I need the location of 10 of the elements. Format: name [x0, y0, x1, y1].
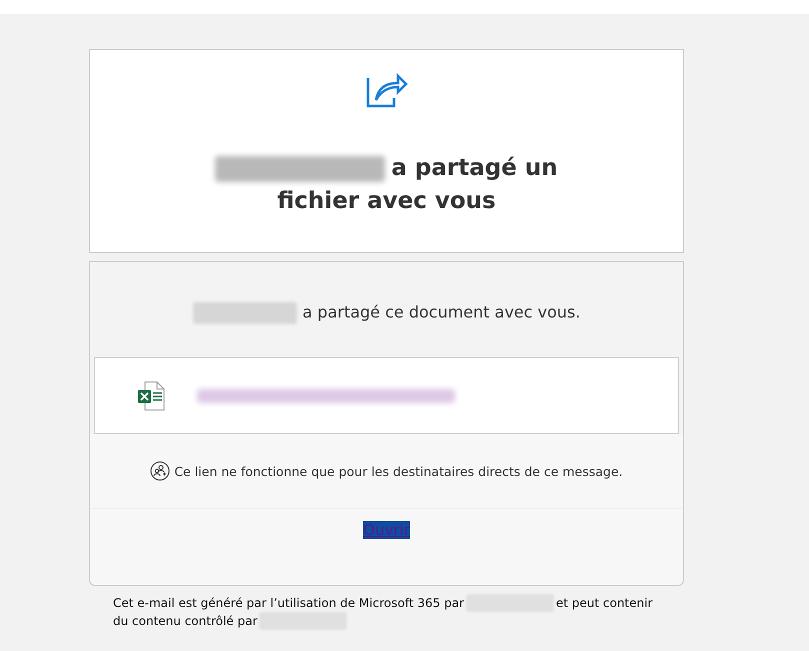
open-link[interactable]: Ouvrir	[363, 521, 410, 539]
footer-text: du contenu contrôlé par	[113, 613, 258, 630]
share-title: a partagé un	[391, 154, 558, 183]
text: a partagé ce document avec vous.	[302, 302, 580, 322]
share-title: fichier avec vous	[277, 187, 496, 216]
people-icon	[150, 461, 170, 481]
notice-text: Ce lien ne fonctionne que pour les destinataires directs de ce message.	[174, 464, 623, 478]
spreadsheet-file-icon	[137, 380, 165, 410]
footer-text: Cet e-mail est généré par l’utilisation de Microsoft 365 par	[113, 595, 464, 612]
footer-text: et peut contenir	[556, 595, 653, 612]
